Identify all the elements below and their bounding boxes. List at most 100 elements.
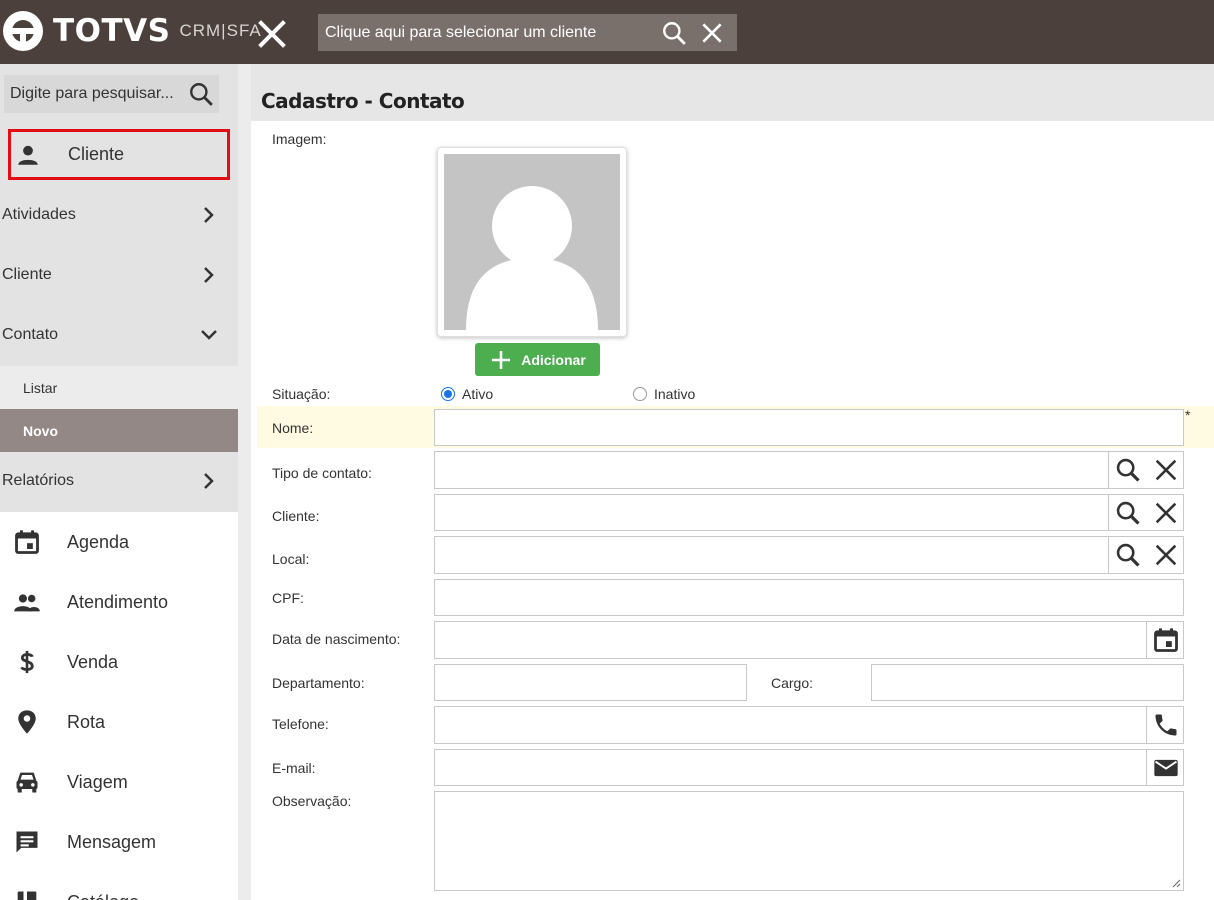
book-icon bbox=[17, 891, 37, 900]
search-icon[interactable] bbox=[661, 20, 687, 46]
sidebar-item-relatorios[interactable]: Relatórios bbox=[0, 451, 238, 511]
email-field[interactable] bbox=[434, 749, 1184, 786]
sidebar-subitem-listar[interactable]: Listar bbox=[0, 366, 238, 409]
top-bar: TOTVS CRM|SFA Clique aqui para seleciona… bbox=[0, 0, 1214, 64]
sidebar-item-cliente[interactable]: Cliente bbox=[0, 245, 238, 305]
radio-inativo[interactable]: Inativo bbox=[633, 386, 695, 402]
mail-icon bbox=[1153, 759, 1178, 776]
radio-dot[interactable] bbox=[633, 387, 647, 401]
telefone-field[interactable] bbox=[434, 706, 1184, 744]
menu-item-label: Atendimento bbox=[67, 591, 169, 612]
sidebar-subitem-label: Novo bbox=[23, 422, 58, 439]
phone-button[interactable] bbox=[1146, 707, 1184, 743]
label-tipo-contato: Tipo de contato: bbox=[272, 465, 372, 481]
clear-icon[interactable] bbox=[699, 20, 725, 46]
close-menu-icon[interactable] bbox=[256, 18, 288, 50]
cpf-input[interactable] bbox=[434, 579, 1184, 616]
page-title: Cadastro - Contato bbox=[261, 89, 465, 113]
pin-icon bbox=[18, 710, 36, 734]
menu-item-agenda[interactable]: Agenda bbox=[0, 512, 238, 572]
sidebar: Digite para pesquisar... Cliente Ativida… bbox=[0, 64, 238, 900]
cliente-search-button[interactable] bbox=[1108, 495, 1147, 530]
departamento-input[interactable] bbox=[434, 664, 747, 701]
required-marker: * bbox=[1185, 407, 1191, 423]
radio-ativo[interactable]: Ativo bbox=[441, 386, 493, 402]
resize-handle-icon[interactable] bbox=[1171, 878, 1181, 888]
sidebar-item-label: Contato bbox=[2, 326, 59, 343]
menu-item-label: Viagem bbox=[67, 771, 128, 792]
sidebar-item-atividades[interactable]: Atividades bbox=[0, 185, 238, 245]
add-image-label: Adicionar bbox=[521, 351, 586, 368]
add-image-button[interactable]: Adicionar bbox=[475, 343, 600, 376]
people-icon bbox=[14, 594, 40, 612]
sidebar-item-contato[interactable]: Contato bbox=[0, 305, 238, 365]
label-telefone: Telefone: bbox=[272, 716, 329, 732]
cargo-input[interactable] bbox=[871, 664, 1184, 701]
label-nome: Nome: bbox=[272, 420, 314, 436]
sidebar-item-label: Cliente bbox=[2, 266, 52, 283]
search-icon bbox=[1116, 501, 1140, 525]
client-selector[interactable]: Clique aqui para selecionar um cliente bbox=[318, 14, 737, 51]
avatar-placeholder bbox=[444, 154, 620, 330]
tipo-contato-field[interactable] bbox=[434, 451, 1184, 489]
menu-item-label: Catálogo bbox=[67, 892, 139, 900]
menu-item-viagem[interactable]: Viagem bbox=[0, 752, 238, 812]
menu-item-catalogo[interactable]: Catálogo bbox=[0, 872, 238, 900]
sidebar-subitem-novo[interactable]: Novo bbox=[0, 409, 238, 452]
radio-dot-selected[interactable] bbox=[441, 387, 455, 401]
sidebar-divider bbox=[238, 64, 251, 900]
menu-item-atendimento[interactable]: Atendimento bbox=[0, 572, 238, 632]
logo-subtitle: CRM|SFA bbox=[179, 21, 262, 40]
observacao-textarea[interactable] bbox=[434, 791, 1184, 891]
menu-item-venda[interactable]: Venda bbox=[0, 632, 238, 692]
label-imagem: Imagem: bbox=[272, 131, 327, 147]
sidebar-search[interactable]: Digite para pesquisar... bbox=[4, 75, 219, 113]
cliente-field[interactable] bbox=[434, 494, 1184, 531]
chevron-down-icon bbox=[201, 330, 217, 340]
sidebar-item-label: Cliente bbox=[68, 144, 125, 164]
tipo-contato-search-button[interactable] bbox=[1108, 452, 1147, 488]
label-observacao: Observação: bbox=[272, 793, 352, 809]
local-field[interactable] bbox=[434, 536, 1184, 574]
data-nascimento-field[interactable] bbox=[434, 621, 1184, 659]
local-search-button[interactable] bbox=[1108, 537, 1147, 573]
menu-item-rota[interactable]: Rota bbox=[0, 692, 238, 752]
clear-icon bbox=[1155, 459, 1176, 481]
sidebar-item-cliente-highlighted[interactable]: Cliente bbox=[8, 129, 230, 180]
plus-icon bbox=[492, 350, 511, 369]
tipo-contato-clear-button[interactable] bbox=[1147, 452, 1184, 488]
calendar-icon bbox=[15, 530, 39, 554]
phone-icon bbox=[1155, 714, 1176, 736]
menu-item-mensagem[interactable]: Mensagem bbox=[0, 812, 238, 872]
main-menu: Agenda Atendimento Venda Rota Viagem Men… bbox=[0, 512, 238, 900]
label-email: E-mail: bbox=[272, 760, 316, 776]
sidebar-item-label: Atividades bbox=[2, 206, 76, 223]
person-icon bbox=[18, 145, 38, 165]
nome-input[interactable] bbox=[434, 409, 1184, 446]
dollar-icon bbox=[20, 650, 34, 674]
label-data-nascimento: Data de nascimento: bbox=[272, 631, 401, 647]
label-situacao: Situação: bbox=[272, 386, 331, 402]
date-picker-button[interactable] bbox=[1146, 622, 1184, 658]
email-button[interactable] bbox=[1146, 750, 1184, 785]
calendar-icon bbox=[1153, 628, 1178, 652]
totvs-logo-icon bbox=[3, 11, 43, 51]
sidebar-subitem-label: Listar bbox=[23, 379, 58, 396]
sidebar-item-label: Relatórios bbox=[2, 472, 75, 489]
clear-icon bbox=[1155, 502, 1176, 523]
client-selector-placeholder: Clique aqui para selecionar um cliente bbox=[325, 23, 597, 41]
cliente-clear-button[interactable] bbox=[1147, 495, 1184, 530]
chevron-right-icon bbox=[204, 267, 214, 283]
chevron-right-icon bbox=[204, 473, 214, 489]
local-clear-button[interactable] bbox=[1147, 537, 1184, 573]
search-icon bbox=[1116, 458, 1140, 482]
label-departamento: Departamento: bbox=[272, 675, 365, 691]
radio-label: Inativo bbox=[654, 386, 696, 402]
chevron-right-icon bbox=[204, 207, 214, 223]
contact-photo bbox=[437, 147, 627, 337]
menu-item-label: Agenda bbox=[67, 531, 130, 552]
menu-item-label: Rota bbox=[67, 711, 106, 732]
label-cliente: Cliente: bbox=[272, 508, 320, 524]
search-icon[interactable] bbox=[188, 81, 214, 107]
logo-text: TOTVS bbox=[53, 13, 171, 49]
